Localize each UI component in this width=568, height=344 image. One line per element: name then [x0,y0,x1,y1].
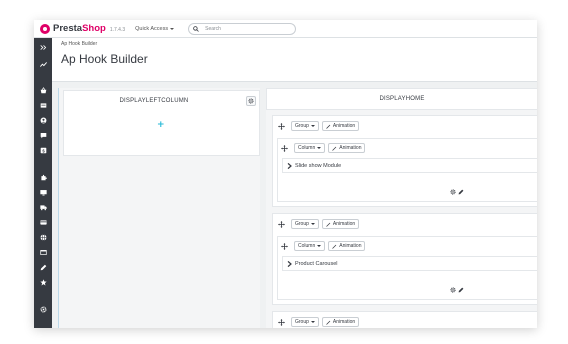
quick-access-dropdown[interactable]: Quick Access [135,25,175,32]
quick-access-label: Quick Access [135,25,169,32]
move-icon[interactable] [280,144,288,152]
caret-down-icon [310,321,315,323]
brand-name-accent: Shop [82,23,106,34]
top-bar: PrestaShop 1.7.4.3 Quick Access Search [34,20,537,38]
catalog-icon[interactable] [38,100,48,110]
module-item[interactable]: Slide show Module [282,158,537,173]
shipping-icon[interactable] [38,202,48,212]
right-column-panel: DISPLAYHOME Group Animation Column Anima… [266,88,537,328]
animation-button[interactable]: Animation [328,143,366,153]
search-input[interactable]: Search [188,22,297,35]
column-dropdown-button[interactable]: Column [294,241,326,251]
caret-down-icon [317,147,322,149]
animation-button[interactable]: Animation [321,121,360,131]
reports-icon[interactable]: $ [38,145,48,155]
column-dropdown-button[interactable]: Column [294,143,326,153]
gear-icon [248,98,254,104]
hook-title: DISPLAYHOME [379,96,425,102]
chevron-right-icon [287,260,292,267]
left-column-panel: DISPLAYLEFTCOLUMN + [58,88,260,328]
version-label: 1.7.4.3 [109,26,126,33]
gear-icon[interactable] [450,189,456,195]
group-dropdown-button[interactable]: Group [291,219,319,229]
group-block: Group Animation Column Animation [272,115,537,207]
animation-button[interactable]: Animation [328,241,366,251]
settings-icon[interactable] [38,304,48,314]
breadcrumb[interactable]: Ap Hook Builder [61,41,97,47]
column-block: Column Animation Slide show Module [277,138,537,202]
module-name: Product Carousel [295,260,338,267]
animation-button[interactable]: Animation [321,219,360,229]
caret-down-icon [317,245,322,247]
wand-icon [332,146,337,151]
module-name: Slide show Module [295,162,342,169]
customers-icon[interactable] [38,115,48,125]
wand-icon [326,320,331,325]
messages-icon[interactable] [38,130,48,140]
design-icon[interactable] [38,187,48,197]
payment-icon[interactable] [38,217,48,227]
move-icon[interactable] [277,220,285,228]
hook-settings-button[interactable] [246,96,256,106]
column-block: Column Animation Product Carousel [277,236,537,300]
edit-icon[interactable] [38,262,48,272]
hook-displayleftcolumn: DISPLAYLEFTCOLUMN + [63,90,260,156]
sidebar: $ [34,38,52,328]
search-icon [193,25,199,32]
hook-displayhome: DISPLAYHOME [266,88,537,110]
page-header: Ap Hook Builder Ap Hook Builder [52,38,537,82]
collapse-icon[interactable] [38,42,48,52]
wand-icon [326,124,331,129]
wand-icon [332,244,337,249]
move-icon[interactable] [277,318,285,326]
module-item[interactable]: Product Carousel [282,256,537,271]
group-block: Group Animation [272,311,537,328]
international-icon[interactable] [38,232,48,242]
animation-button[interactable]: Animation [321,317,360,327]
page-title: Ap Hook Builder [61,52,148,66]
move-icon[interactable] [280,242,288,250]
orders-icon[interactable] [38,85,48,95]
wand-icon [326,222,331,227]
group-block: Group Animation Column Animation [272,213,537,305]
prestashop-logo[interactable]: PrestaShop [40,23,106,34]
pencil-icon[interactable] [458,189,464,195]
search-placeholder: Search [205,25,221,32]
caret-down-icon [310,223,315,225]
add-group-icon[interactable]: + [157,121,165,130]
gear-icon[interactable] [450,287,456,293]
modules-icon[interactable] [38,172,48,182]
star-icon[interactable] [38,277,48,287]
logo-icon [40,23,50,34]
caret-down-icon [170,27,175,30]
group-dropdown-button[interactable]: Group [291,317,319,327]
brand-name: Presta [53,23,83,34]
move-icon[interactable] [277,122,285,130]
pencil-icon[interactable] [458,287,464,293]
shop-icon[interactable] [38,247,48,257]
group-dropdown-button[interactable]: Group [291,121,319,131]
stats-icon[interactable] [38,59,48,69]
hook-title: DISPLAYLEFTCOLUMN [119,98,189,104]
app-window: PrestaShop 1.7.4.3 Quick Access Search $… [34,20,537,328]
caret-down-icon [310,125,315,127]
chevron-right-icon [287,162,292,169]
